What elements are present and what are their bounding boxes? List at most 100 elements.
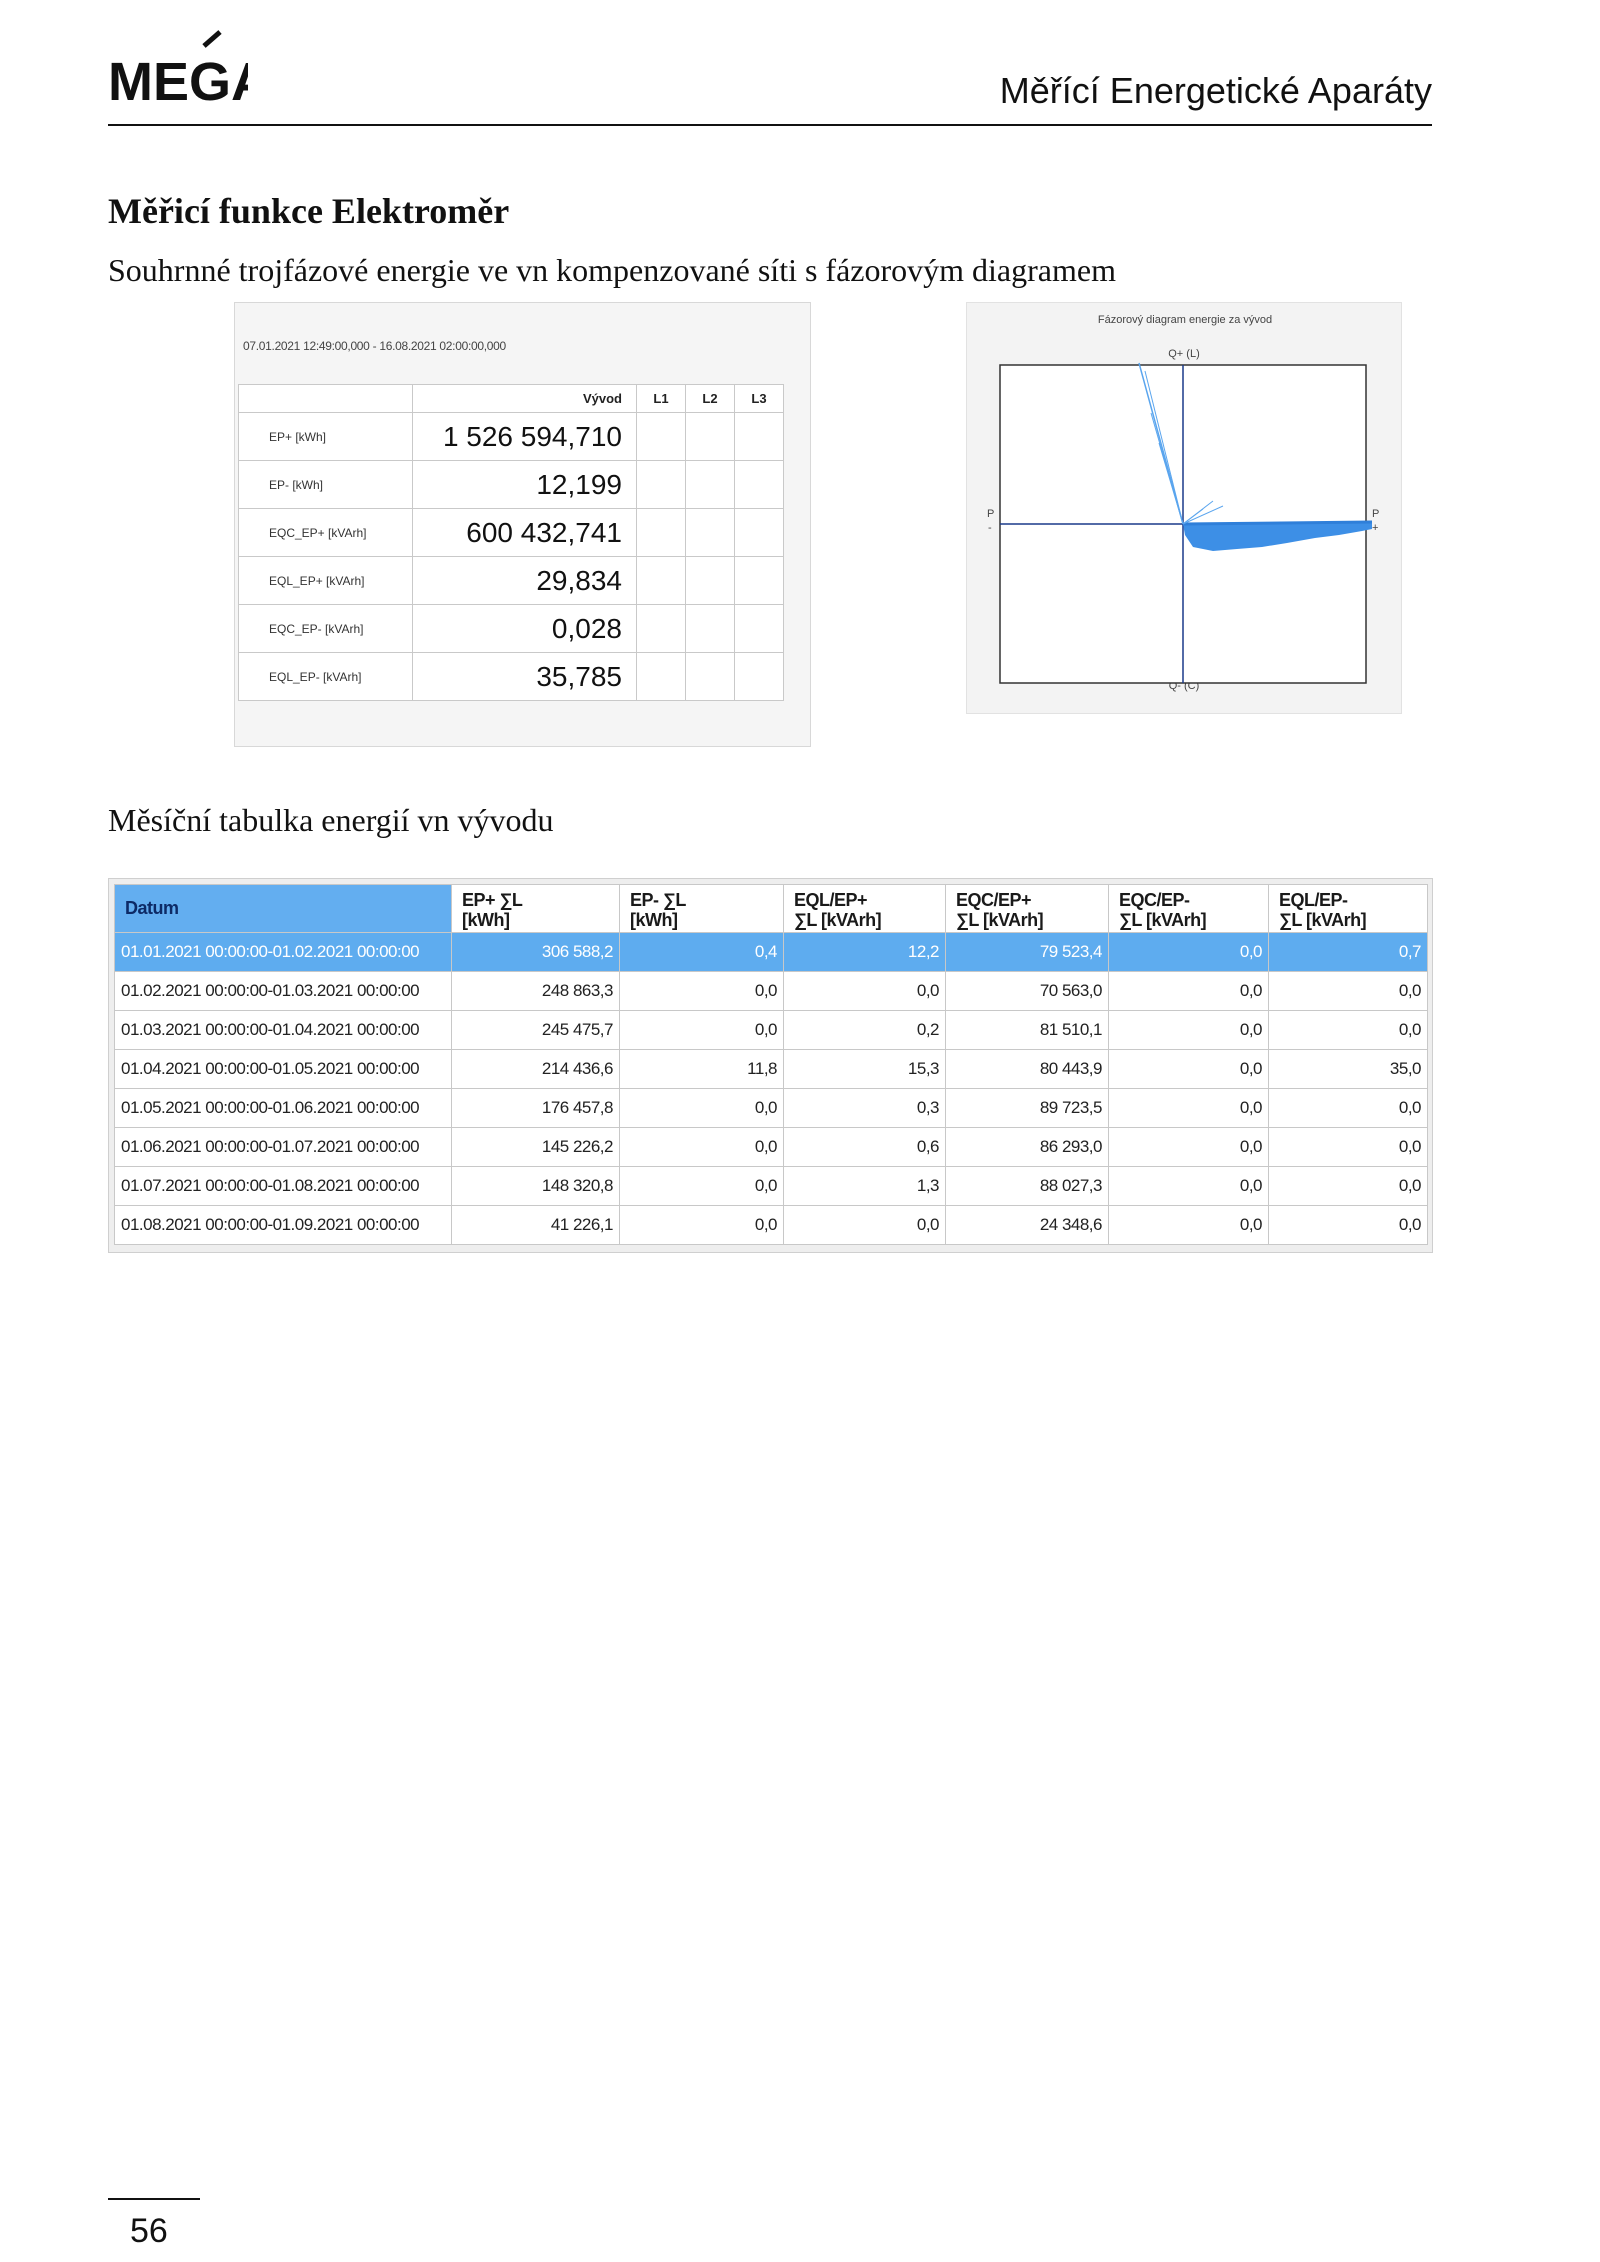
- col-line1: Datum: [125, 897, 179, 918]
- cell-ep-minus: 0,0: [619, 1166, 784, 1206]
- summary-row: EQC_EP+ [kVArh] 600 432,741: [238, 508, 784, 557]
- cell-eql-ep-minus: 35,0: [1268, 1049, 1428, 1089]
- cell-eql-ep-plus: 1,3: [783, 1166, 946, 1206]
- summary-cell-l2: [685, 412, 735, 461]
- cell-eqc-ep-minus: 0,0: [1108, 932, 1269, 972]
- cell-eql-ep-plus: 0,0: [783, 1205, 946, 1245]
- cell-eql-ep-plus: 12,2: [783, 932, 946, 972]
- table-row[interactable]: 01.04.2021 00:00:00-01.05.2021 00:00:00 …: [114, 1049, 1428, 1089]
- cell-datum: 01.06.2021 00:00:00-01.07.2021 00:00:00: [114, 1127, 452, 1167]
- cell-ep-minus: 0,0: [619, 1127, 784, 1167]
- summary-cell-l3: [734, 652, 784, 701]
- monthly-table: Datum EP+ ∑L [kWh] EP- ∑L [kWh] EQL/EP+ ∑L …: [114, 884, 1428, 1245]
- summary-row-value: 29,834: [412, 556, 637, 605]
- monthly-col-ep-plus[interactable]: EP+ ∑L [kWh]: [451, 884, 620, 933]
- logo-mark-icon: [202, 30, 222, 48]
- logo-text: MEGA: [108, 52, 248, 108]
- cell-ep-plus: 248 863,3: [451, 971, 620, 1011]
- cell-datum: 01.02.2021 00:00:00-01.03.2021 00:00:00: [114, 971, 452, 1011]
- cell-eqc-ep-plus: 88 027,3: [945, 1166, 1109, 1206]
- cell-eqc-ep-minus: 0,0: [1108, 1010, 1269, 1050]
- cell-eqc-ep-minus: 0,0: [1108, 1088, 1269, 1128]
- summary-cell-l1: [636, 604, 686, 653]
- summary-row-label: EQC_EP- [kVArh]: [238, 604, 413, 653]
- summary-cell-l1: [636, 556, 686, 605]
- summary-row-value: 600 432,741: [412, 508, 637, 557]
- summary-cell-l1: [636, 508, 686, 557]
- col-line2: ∑L [kVArh]: [1119, 910, 1207, 930]
- table-row[interactable]: 01.06.2021 00:00:00-01.07.2021 00:00:00 …: [114, 1127, 1428, 1167]
- monthly-col-eqc-ep-minus[interactable]: EQC/EP- ∑L [kVArh]: [1108, 884, 1269, 933]
- phasor-vector-ep-plus: [1182, 520, 1373, 526]
- cell-eql-ep-plus: 15,3: [783, 1049, 946, 1089]
- summary-row-label: EQL_EP- [kVArh]: [238, 652, 413, 701]
- phasor-diagram-panel: Fázorový diagram energie za vývod Q+ (L)…: [966, 302, 1402, 714]
- cell-ep-plus: 41 226,1: [451, 1205, 620, 1245]
- cell-eql-ep-minus: 0,0: [1268, 1010, 1428, 1050]
- summary-cell-l2: [685, 652, 735, 701]
- table-row[interactable]: 01.02.2021 00:00:00-01.03.2021 00:00:00 …: [114, 971, 1428, 1011]
- monthly-col-datum[interactable]: Datum: [114, 884, 452, 933]
- summary-row-label: EQL_EP+ [kVArh]: [238, 556, 413, 605]
- col-line2: ∑L [kVArh]: [956, 910, 1044, 930]
- summary-row-value: 1 526 594,710: [412, 412, 637, 461]
- summary-cell-l1: [636, 460, 686, 509]
- summary-cell-l3: [734, 460, 784, 509]
- cell-eql-ep-minus: 0,0: [1268, 971, 1428, 1011]
- summary-row-label: EP+ [kWh]: [238, 412, 413, 461]
- monthly-col-eqc-ep-plus[interactable]: EQC/EP+ ∑L [kVArh]: [945, 884, 1109, 933]
- cell-eql-ep-minus: 0,0: [1268, 1205, 1428, 1245]
- col-line1: EQL/EP-: [1279, 890, 1348, 910]
- cell-eqc-ep-plus: 80 443,9: [945, 1049, 1109, 1089]
- summary-cell-l2: [685, 508, 735, 557]
- summary-cell-l3: [734, 412, 784, 461]
- monthly-col-eql-ep-minus[interactable]: EQL/EP- ∑L [kVArh]: [1268, 884, 1428, 933]
- cell-eqc-ep-minus: 0,0: [1108, 1049, 1269, 1089]
- summary-col-l1: L1: [636, 384, 686, 413]
- cell-eql-ep-minus: 0,0: [1268, 1166, 1428, 1206]
- cell-eqc-ep-minus: 0,0: [1108, 971, 1269, 1011]
- col-line1: EP- ∑L: [630, 890, 686, 910]
- summary-table: Vývod L1 L2 L3 EP+ [kWh] 1 526 594,710 E…: [238, 384, 784, 701]
- cell-ep-minus: 0,4: [619, 932, 784, 972]
- table-row[interactable]: 01.05.2021 00:00:00-01.06.2021 00:00:00 …: [114, 1088, 1428, 1128]
- summary-cell-l1: [636, 652, 686, 701]
- cell-ep-minus: 0,0: [619, 1088, 784, 1128]
- summary-row: EQC_EP- [kVArh] 0,028: [238, 604, 784, 653]
- cell-eqc-ep-minus: 0,0: [1108, 1166, 1269, 1206]
- cell-eqc-ep-plus: 81 510,1: [945, 1010, 1109, 1050]
- cell-eql-ep-minus: 0,7: [1268, 932, 1428, 972]
- phasor-axis-label-right-p: P: [1372, 508, 1379, 520]
- table-row[interactable]: 01.01.2021 00:00:00-01.02.2021 00:00:00 …: [114, 932, 1428, 972]
- col-line2: [kWh]: [462, 910, 510, 930]
- cell-eqc-ep-plus: 86 293,0: [945, 1127, 1109, 1167]
- cell-eqc-ep-plus: 24 348,6: [945, 1205, 1109, 1245]
- cell-eql-ep-plus: 0,0: [783, 971, 946, 1011]
- cell-datum: 01.07.2021 00:00:00-01.08.2021 00:00:00: [114, 1166, 452, 1206]
- monthly-col-ep-minus[interactable]: EP- ∑L [kWh]: [619, 884, 784, 933]
- table-row[interactable]: 01.07.2021 00:00:00-01.08.2021 00:00:00 …: [114, 1166, 1428, 1206]
- cell-ep-plus: 245 475,7: [451, 1010, 620, 1050]
- col-line2: [kWh]: [630, 910, 678, 930]
- cell-ep-minus: 0,0: [619, 971, 784, 1011]
- section-heading: Měřicí funkce Elektroměr: [108, 191, 510, 231]
- summary-cell-l1: [636, 412, 686, 461]
- summary-row: EP- [kWh] 12,199: [238, 460, 784, 509]
- phasor-diagram: Fázorový diagram energie za vývod Q+ (L)…: [987, 314, 1379, 692]
- monthly-table-panel: Datum EP+ ∑L [kWh] EP- ∑L [kWh] EQL/EP+ ∑L …: [108, 878, 1433, 1253]
- monthly-col-eql-ep-plus[interactable]: EQL/EP+ ∑L [kVArh]: [783, 884, 946, 933]
- table-row[interactable]: 01.03.2021 00:00:00-01.04.2021 00:00:00 …: [114, 1010, 1428, 1050]
- phasor-axis-label-left-p: P: [987, 508, 994, 520]
- page-number: 56: [130, 2212, 168, 2250]
- summary-cell-l3: [734, 604, 784, 653]
- summary-col-l3: L3: [734, 384, 784, 413]
- summary-cell-l2: [685, 604, 735, 653]
- table-row[interactable]: 01.08.2021 00:00:00-01.09.2021 00:00:00 …: [114, 1205, 1428, 1245]
- summary-row: EQL_EP+ [kVArh] 29,834: [238, 556, 784, 605]
- phasor-title: Fázorový diagram energie za vývod: [1098, 314, 1272, 326]
- summary-header-row: Vývod L1 L2 L3: [238, 384, 784, 413]
- cell-datum: 01.08.2021 00:00:00-01.09.2021 00:00:00: [114, 1205, 452, 1245]
- monthly-header-row: Datum EP+ ∑L [kWh] EP- ∑L [kWh] EQL/EP+ ∑L …: [114, 884, 1428, 933]
- cell-ep-plus: 176 457,8: [451, 1088, 620, 1128]
- phasor-axis-label-top: Q+ (L): [1168, 348, 1199, 360]
